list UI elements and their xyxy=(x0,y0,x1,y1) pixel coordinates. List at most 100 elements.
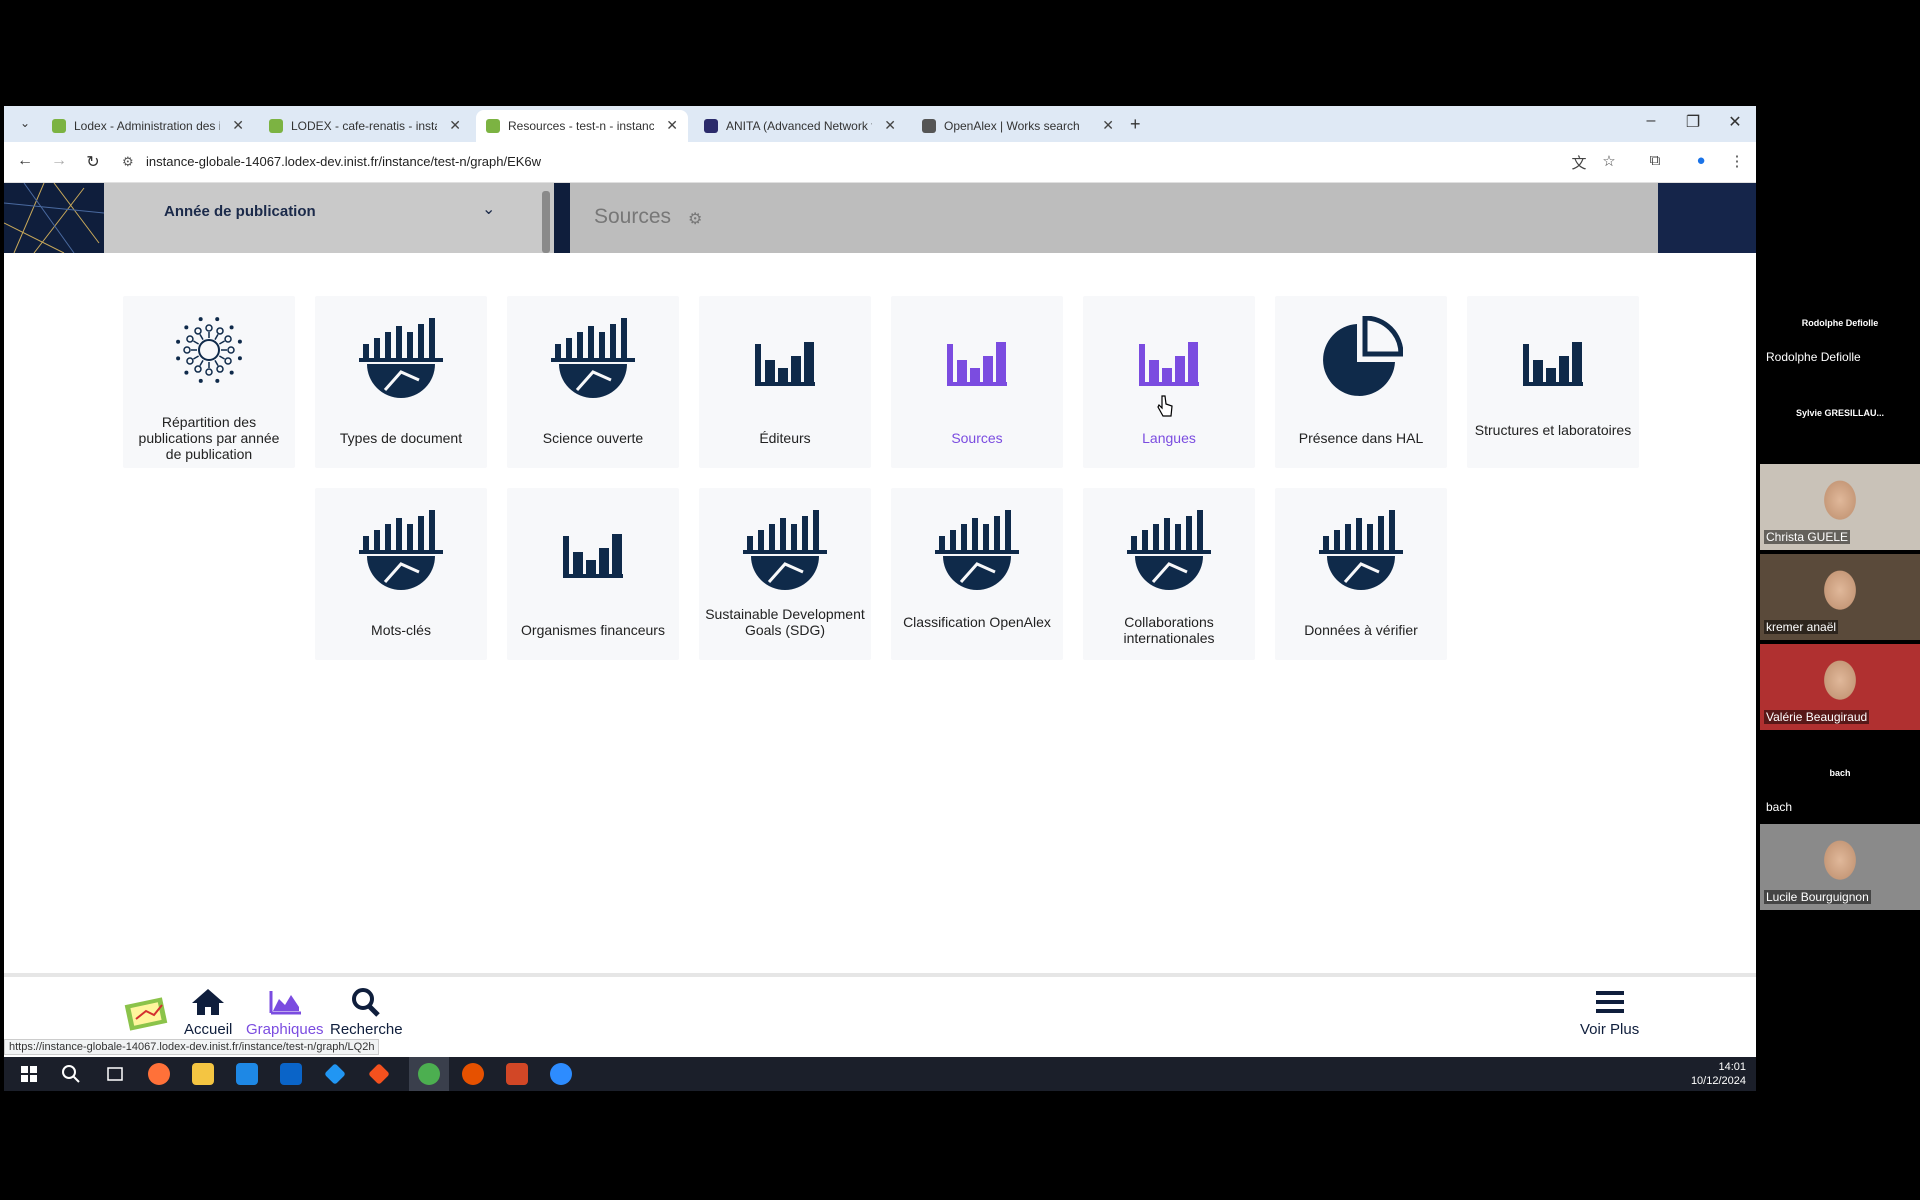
participant-title: Sylvie GRESILLAU... xyxy=(1795,408,1885,418)
diamond-app-icon[interactable] xyxy=(324,1063,346,1085)
participant-tile[interactable]: Valérie Beaugiraud xyxy=(1760,644,1920,730)
url-field[interactable]: instance-globale-14067.lodex-dev.inist.f… xyxy=(146,154,541,169)
tab-close-icon[interactable]: ✕ xyxy=(666,117,678,134)
vscode-icon[interactable] xyxy=(236,1063,258,1085)
graph-card[interactable]: Sources xyxy=(891,296,1063,468)
browser-window: ⌄ Lodex - Administration des inst✕LODEX … xyxy=(4,106,1756,1091)
tab-label: ANITA (Advanced Network for xyxy=(726,119,872,133)
tab-label: LODEX - cafe-renatis - instance xyxy=(291,119,437,133)
hand-cursor-icon xyxy=(1157,395,1173,417)
status-bar-url: https://instance-globale-14067.lodex-dev… xyxy=(4,1039,380,1055)
graph-card[interactable]: Mots-clés xyxy=(315,488,487,660)
menu-kebab-icon[interactable]: ⋮ xyxy=(1726,152,1748,170)
graph-card[interactable]: Données à vérifier xyxy=(1275,488,1447,660)
graph-card[interactable]: Langues xyxy=(1083,296,1255,468)
participant-tile[interactable]: bach bach xyxy=(1760,734,1920,820)
browser-tab[interactable]: Resources - test-n - instance-g ✕ xyxy=(476,110,688,142)
tab-close-icon[interactable]: ✕ xyxy=(884,117,896,134)
graph-card-label: Répartition des publications par année d… xyxy=(138,414,280,462)
nav-more[interactable]: Voir Plus xyxy=(1580,987,1639,1038)
participant-tile[interactable]: Rodolphe Defiolle Rodolphe Defiolle xyxy=(1760,284,1920,370)
graph-card-label: Données à vérifier xyxy=(1304,622,1418,638)
participant-tile[interactable]: Christa GUELE xyxy=(1760,464,1920,550)
decorative-lines xyxy=(4,183,104,253)
taskbar-clock[interactable]: 14:01 10/12/2024 xyxy=(1691,1060,1746,1088)
nav-search[interactable]: Recherche xyxy=(330,987,403,1038)
profile-icon[interactable]: ● xyxy=(1690,152,1712,169)
bookmark-star-icon[interactable]: ☆ xyxy=(1598,152,1620,170)
back-button[interactable]: ← xyxy=(14,152,36,170)
bar-chart-icon xyxy=(563,534,623,578)
filter-scrollbar[interactable] xyxy=(542,191,550,253)
site-info-icon[interactable]: ⚙ xyxy=(122,154,134,170)
zoom-icon[interactable] xyxy=(550,1063,572,1085)
file-explorer-icon[interactable] xyxy=(192,1063,214,1085)
graph-card-label: Langues xyxy=(1142,430,1196,446)
page-content: Année de publication ⌄ Sources ⚙ Réparti… xyxy=(4,183,1756,1063)
bar-chart-icon xyxy=(1523,342,1583,386)
participant-tile[interactable]: kremer anaël xyxy=(1760,554,1920,640)
browser-tab[interactable]: OpenAlex | Works search ✕ xyxy=(912,110,1124,142)
graph-card[interactable]: Répartition des publications par année d… xyxy=(123,296,295,468)
graph-card[interactable]: Collaborations internationales xyxy=(1083,488,1255,660)
graph-card-label: Présence dans HAL xyxy=(1298,430,1424,446)
new-tab-button[interactable]: + xyxy=(1130,114,1141,135)
graph-card-label: Organismes financeurs xyxy=(521,622,665,638)
windows-start-icon[interactable] xyxy=(18,1063,40,1085)
chrome-icon[interactable] xyxy=(418,1063,440,1085)
meeting-participants-panel: Rodolphe Defiolle Rodolphe Defiolle Sylvie… xyxy=(1760,284,1920,914)
participant-title: Rodolphe Defiolle xyxy=(1801,318,1879,328)
tab-list-button[interactable]: ⌄ xyxy=(16,116,34,132)
home-icon xyxy=(192,989,225,1015)
graph-card[interactable]: Éditeurs xyxy=(699,296,871,468)
bar-pie-icon xyxy=(743,510,827,590)
gear-icon[interactable]: ⚙ xyxy=(688,209,702,229)
tab-close-icon[interactable]: ✕ xyxy=(1102,117,1114,134)
tab-favicon-icon xyxy=(269,119,283,133)
close-window-button[interactable]: ✕ xyxy=(1720,112,1750,132)
browser-tab[interactable]: LODEX - cafe-renatis - instance ✕ xyxy=(259,110,471,142)
graph-card[interactable]: Types de document xyxy=(315,296,487,468)
firefox-icon[interactable] xyxy=(148,1063,170,1085)
graph-card[interactable]: Structures et laboratoires xyxy=(1467,296,1639,468)
translate-icon[interactable]: 文 xyxy=(1568,152,1590,173)
graph-card[interactable]: Présence dans HAL xyxy=(1275,296,1447,468)
restore-button[interactable]: ❐ xyxy=(1678,112,1708,132)
sunburst-icon xyxy=(176,317,242,383)
tab-close-icon[interactable]: ✕ xyxy=(449,117,461,134)
task-view-icon[interactable] xyxy=(104,1063,126,1085)
bar-chart-icon xyxy=(755,342,815,386)
git-icon[interactable] xyxy=(368,1063,390,1085)
graph-card[interactable]: Classification OpenAlex xyxy=(891,488,1063,660)
browser-tab[interactable]: ANITA (Advanced Network for ✕ xyxy=(694,110,906,142)
powerpoint-icon[interactable] xyxy=(506,1063,528,1085)
filter-year-label[interactable]: Année de publication xyxy=(164,203,316,220)
nav-graphs[interactable]: Graphiques xyxy=(246,987,324,1038)
participant-tile[interactable]: Sylvie GRESILLAU... xyxy=(1760,374,1920,460)
graph-card[interactable]: Sustainable Development Goals (SDG) xyxy=(699,488,871,660)
graph-card-label: Science ouverte xyxy=(542,430,644,446)
graph-card-label: Types de document xyxy=(339,430,463,446)
reload-button[interactable]: ↻ xyxy=(82,152,104,172)
participant-tile[interactable]: Lucile Bourguignon xyxy=(1760,824,1920,910)
forward-button[interactable]: → xyxy=(48,152,70,170)
app-logo[interactable] xyxy=(124,991,170,1035)
search-taskbar-icon[interactable] xyxy=(60,1063,82,1085)
nav-home[interactable]: Accueil xyxy=(184,987,232,1038)
extensions-icon[interactable]: ⧉ xyxy=(1644,152,1666,169)
tab-favicon-icon xyxy=(486,119,500,133)
chevron-down-icon[interactable]: ⌄ xyxy=(482,199,495,219)
minimize-button[interactable]: – xyxy=(1636,112,1666,130)
bar-pie-icon xyxy=(359,510,443,590)
address-bar: ← → ↻ ⚙ instance-globale-14067.lodex-dev… xyxy=(4,142,1756,183)
graph-card[interactable]: Organismes financeurs xyxy=(507,488,679,660)
pie-chart-icon xyxy=(1323,316,1403,396)
tab-close-icon[interactable]: ✕ xyxy=(232,117,244,134)
browser-tab[interactable]: Lodex - Administration des inst ✕ xyxy=(42,110,254,142)
bar-pie-icon xyxy=(359,318,443,398)
graph-card[interactable]: Science ouverte xyxy=(507,296,679,468)
ubuntu-icon[interactable] xyxy=(462,1063,484,1085)
sources-panel: Sources ⚙ xyxy=(570,183,1658,253)
tab-label: Resources - test-n - instance-g xyxy=(508,119,654,133)
outlook-icon[interactable] xyxy=(280,1063,302,1085)
